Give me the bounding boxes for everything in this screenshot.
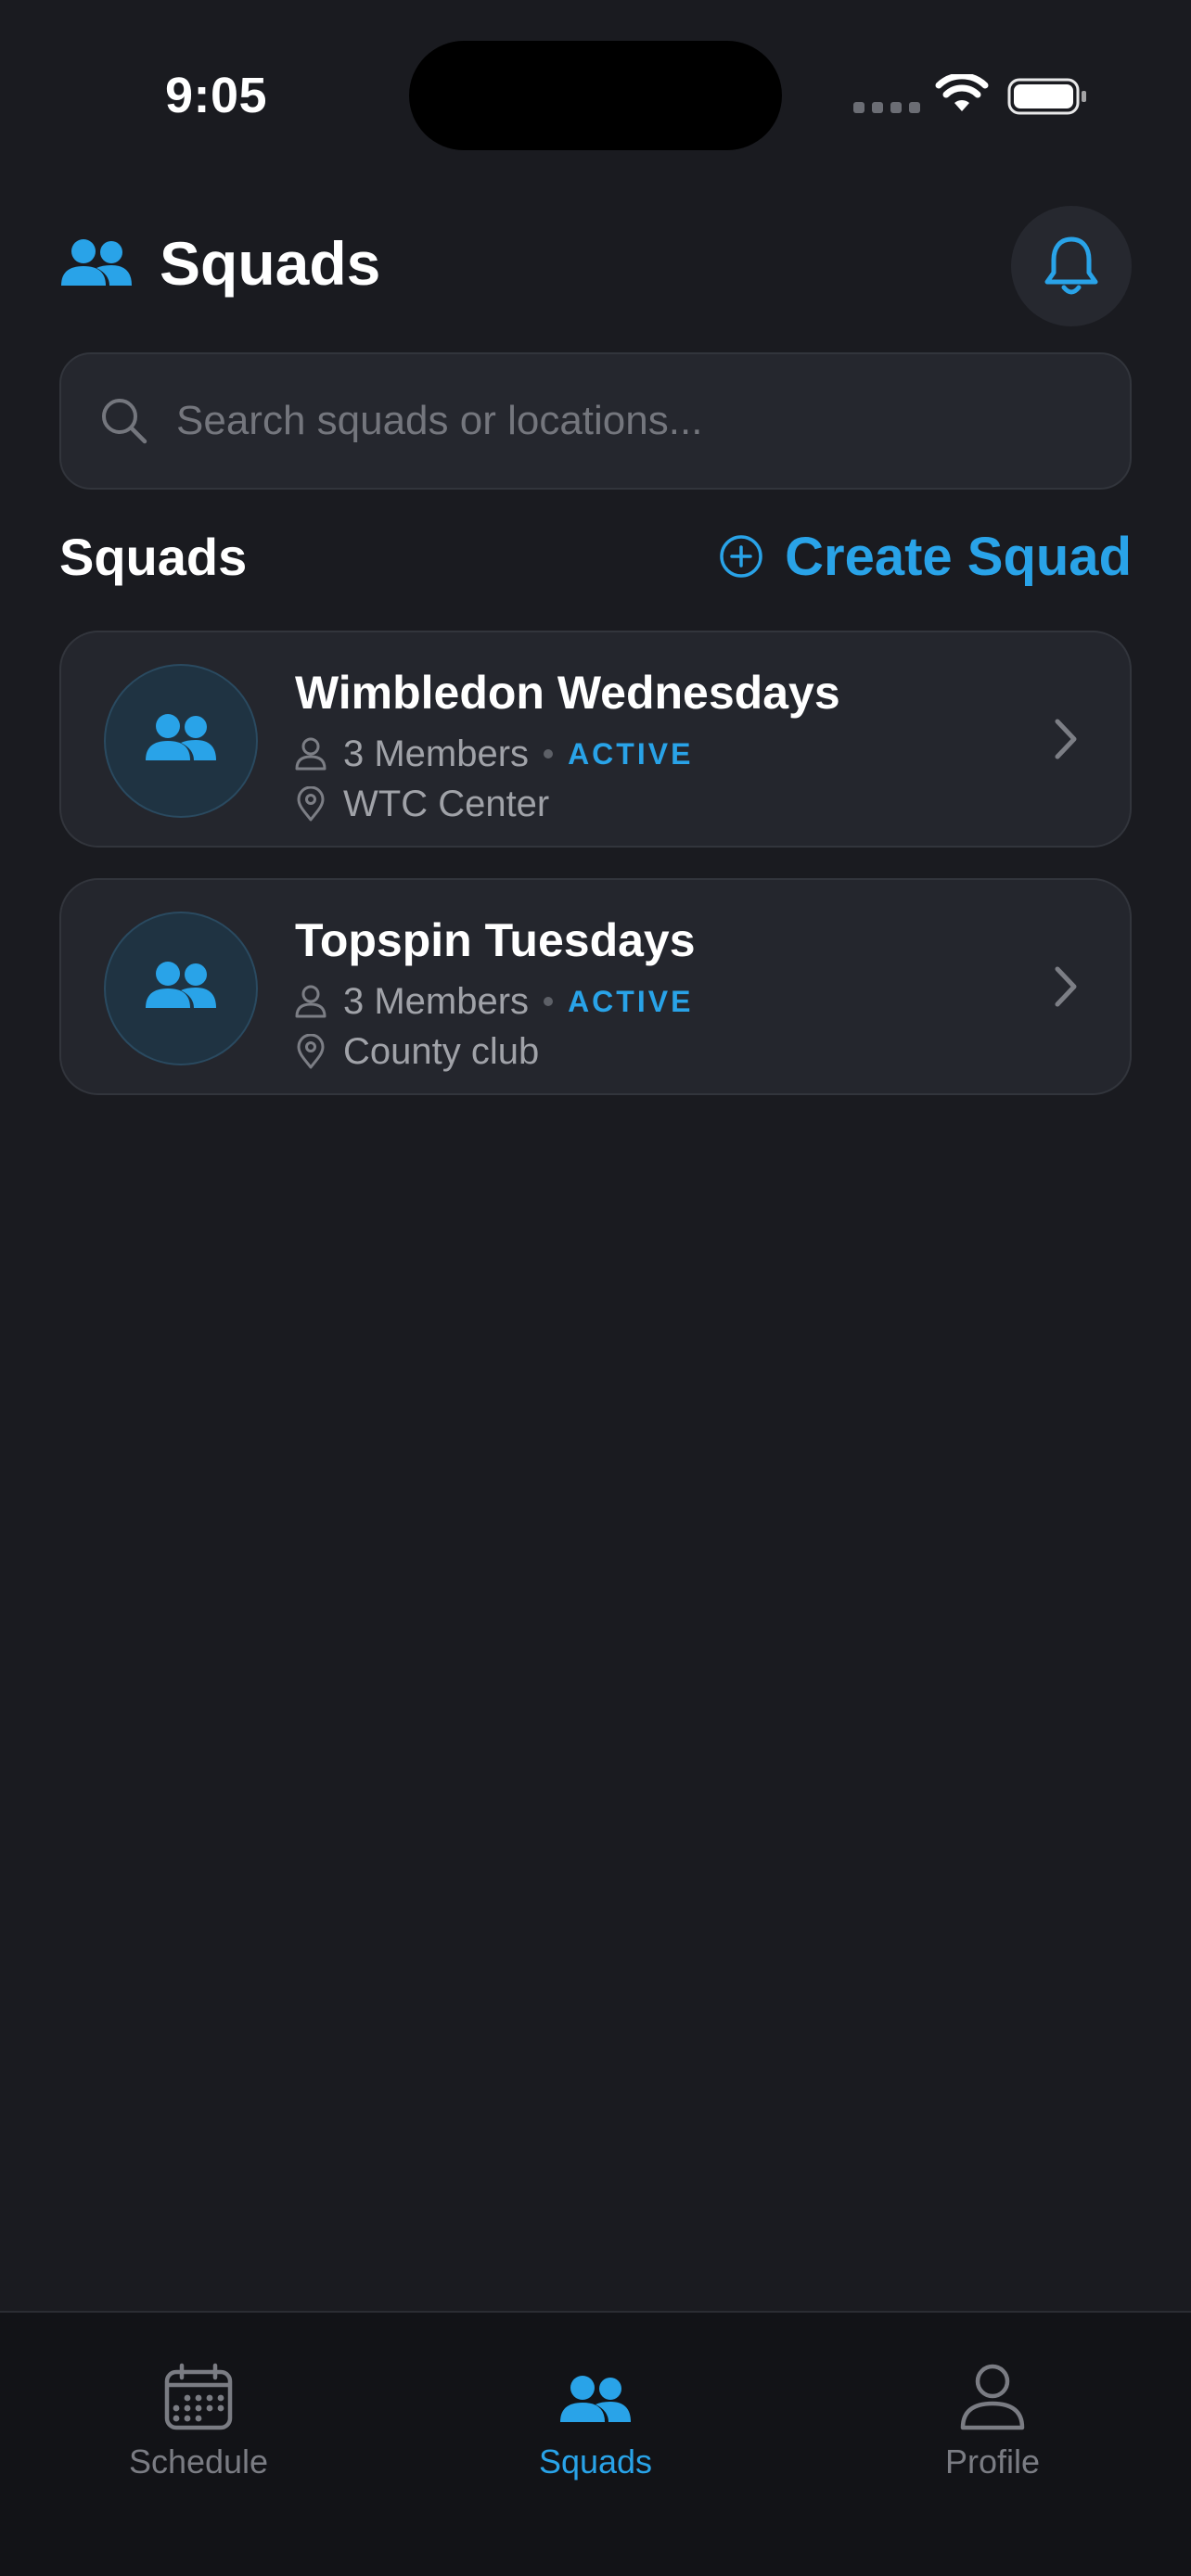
notifications-button[interactable] [1011,206,1132,326]
location-pin-icon [297,786,325,822]
location-pin-icon [297,1034,325,1069]
tab-label: Profile [944,2442,1041,2480]
dynamic-island [409,41,782,150]
page-title: Squads [160,229,381,298]
tab-label: Schedule [128,2442,269,2480]
cellular-signal-icon [853,102,920,113]
squad-avatar [104,912,258,1065]
calendar-icon [164,2363,233,2430]
wifi-icon [935,74,989,111]
create-squad-label: Create Squad [785,526,1132,587]
header: Squads [59,206,1132,326]
tab-profile[interactable]: Profile [794,2313,1191,2517]
search-icon [102,399,147,444]
status-badge: ACTIVE [568,736,694,771]
tab-schedule[interactable]: Schedule [0,2313,397,2517]
location-name: County club [343,1030,540,1072]
search-bar[interactable] [59,352,1132,490]
search-input[interactable] [176,354,1095,488]
status-indicators [853,72,1091,119]
squad-name: Wimbledon Wednesdays [295,667,840,719]
separator-dot [544,749,554,759]
section-title: Squads [59,528,248,586]
status-time: 9:05 [165,68,268,123]
people-icon [146,714,216,760]
separator-dot [544,997,554,1006]
people-icon [560,2376,631,2422]
person-icon [295,737,327,771]
status-badge: ACTIVE [568,984,694,1018]
tab-squads[interactable]: Squads [397,2313,794,2517]
people-icon [146,962,216,1008]
person-icon [960,2364,1025,2430]
squad-meta: 3 Members ACTIVE [295,731,693,777]
squad-meta: 3 Members ACTIVE [295,978,693,1025]
location-name: WTC Center [343,783,550,824]
squad-location: WTC Center [295,781,549,827]
battery-icon [1007,78,1086,115]
squads-screen: 9:05 Squads Search squads or locations..… [0,0,1191,2576]
tab-bar: Schedule Squads Profile [0,2311,1191,2576]
plus-circle-icon [720,535,762,578]
squad-name: Topspin Tuesdays [295,914,696,966]
member-count: 3 Members [343,980,530,1022]
tab-label: Squads [538,2442,653,2480]
squad-location: County club [295,1028,539,1075]
chevron-right-icon [1055,966,1077,1007]
chevron-right-icon [1055,719,1077,759]
squad-card[interactable]: Topspin Tuesdays 3 Members ACTIVE County… [59,878,1132,1095]
squad-card[interactable]: Wimbledon Wednesdays 3 Members ACTIVE WT… [59,631,1132,848]
person-icon [295,985,327,1018]
create-squad-button[interactable]: Create Squad [718,523,1132,590]
member-count: 3 Members [343,733,530,774]
people-icon [61,239,132,286]
squad-avatar [104,664,258,818]
bell-icon [1044,236,1098,295]
